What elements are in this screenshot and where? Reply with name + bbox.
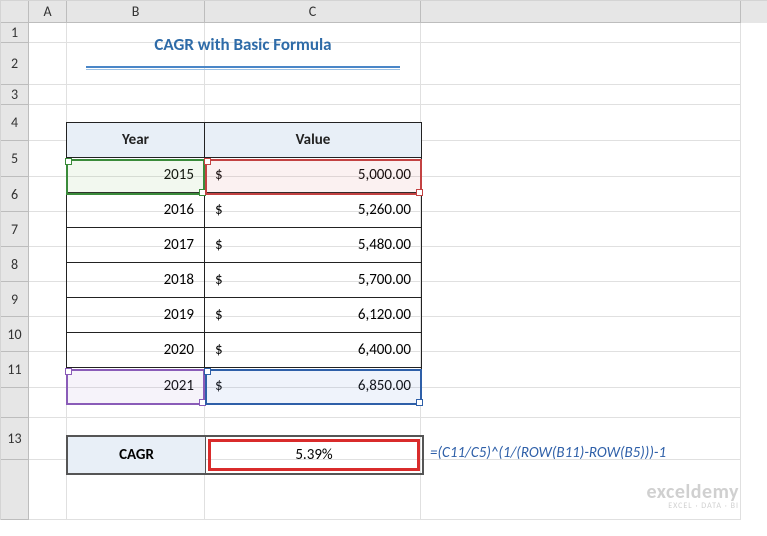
header-value[interactable]: Value <box>205 123 421 158</box>
col-header-B[interactable]: B <box>67 1 205 23</box>
cell-D12[interactable] <box>421 388 741 418</box>
sheet-title: CAGR with Basic Formula <box>66 24 420 64</box>
cell-D6[interactable] <box>421 177 741 212</box>
cell-D11[interactable] <box>421 352 741 388</box>
cagr-label[interactable]: CAGR <box>68 437 206 473</box>
cell-A9[interactable] <box>29 282 67 317</box>
cell-year[interactable]: 2020 <box>67 333 205 368</box>
currency-value: 5,260.00 <box>358 201 411 219</box>
table-row: 2015 $5,000.00 <box>67 158 421 193</box>
cell-year[interactable]: 2016 <box>67 193 205 228</box>
cell-A8[interactable] <box>29 247 67 282</box>
row-header-1[interactable]: 1 <box>1 23 29 43</box>
cell-A-blank[interactable] <box>29 460 67 520</box>
cell-value[interactable]: $5,700.00 <box>205 263 421 298</box>
cell-D2[interactable] <box>421 43 741 85</box>
cell-B3[interactable] <box>67 85 205 105</box>
col-header-C[interactable]: C <box>205 1 421 23</box>
table-row: 2017 $5,480.00 <box>67 228 421 263</box>
currency-symbol: $ <box>215 271 223 289</box>
cell-value[interactable]: $6,120.00 <box>205 298 421 333</box>
cell-D10[interactable] <box>421 317 741 352</box>
cell-year[interactable]: 2021 <box>67 368 205 403</box>
cell-D3[interactable] <box>421 85 741 105</box>
sheet-title-text: CAGR with Basic Formula <box>154 34 331 55</box>
column-headers: A B C <box>1 1 767 23</box>
cell-A11[interactable] <box>29 352 67 388</box>
cell-D4[interactable] <box>421 105 741 141</box>
cell-D5[interactable] <box>421 141 741 177</box>
cell-year[interactable]: 2015 <box>67 158 205 193</box>
cell-D8[interactable] <box>421 247 741 282</box>
table-row: 2021 $6,850.00 <box>67 368 421 403</box>
data-table: Year Value 2015 $5,000.00 2016 $5,260.00… <box>66 122 422 404</box>
row-header-5[interactable]: 5 <box>1 141 29 177</box>
table-row: 2020 $6,400.00 <box>67 333 421 368</box>
row-header-12[interactable] <box>1 388 29 418</box>
cell-year[interactable]: 2018 <box>67 263 205 298</box>
cell-value[interactable]: $5,260.00 <box>205 193 421 228</box>
cell-A5[interactable] <box>29 141 67 177</box>
table-row: 2016 $5,260.00 <box>67 193 421 228</box>
header-year[interactable]: Year <box>67 123 205 158</box>
row-header-2[interactable]: 2 <box>1 43 29 85</box>
currency-symbol: $ <box>215 341 223 359</box>
currency-value: 6,120.00 <box>358 306 411 324</box>
row-header-11[interactable]: 11 <box>1 352 29 388</box>
row-header-9[interactable]: 9 <box>1 282 29 317</box>
currency-value: 5,700.00 <box>358 271 411 289</box>
currency-value: 5,000.00 <box>358 166 411 184</box>
cell-year[interactable]: 2019 <box>67 298 205 333</box>
row-header-13[interactable]: 13 <box>1 418 29 460</box>
table-row: 2019 $6,120.00 <box>67 298 421 333</box>
cell-value[interactable]: $5,480.00 <box>205 228 421 263</box>
cell-value[interactable]: $6,400.00 <box>205 333 421 368</box>
currency-value: 5,480.00 <box>358 236 411 254</box>
currency-symbol: $ <box>215 306 223 324</box>
row-header-4[interactable]: 4 <box>1 105 29 141</box>
cell-A7[interactable] <box>29 212 67 247</box>
currency-symbol: $ <box>215 166 223 184</box>
cell-D-blank[interactable] <box>421 460 741 520</box>
cell-A3[interactable] <box>29 85 67 105</box>
cell-value[interactable]: $6,850.00 <box>205 368 421 403</box>
currency-value: 6,850.00 <box>358 377 411 395</box>
currency-symbol: $ <box>215 236 223 254</box>
currency-value: 6,400.00 <box>358 341 411 359</box>
cell-A12[interactable] <box>29 388 67 418</box>
formula-annotation: =(C11/C5)^(1/(ROW(B11)-ROW(B5)))-1 <box>430 444 666 462</box>
cagr-value: 5.39% <box>295 446 332 464</box>
cell-A2[interactable] <box>29 43 67 85</box>
cell-D7[interactable] <box>421 212 741 247</box>
cell-C3[interactable] <box>205 85 421 105</box>
cell-year[interactable]: 2017 <box>67 228 205 263</box>
col-header-A[interactable]: A <box>29 1 67 23</box>
cagr-value-cell[interactable]: 5.39% <box>206 437 422 473</box>
currency-symbol: $ <box>215 201 223 219</box>
row-header-8[interactable]: 8 <box>1 247 29 282</box>
currency-symbol: $ <box>215 377 223 395</box>
cell-A4[interactable] <box>29 105 67 141</box>
cell-A1[interactable] <box>29 23 67 43</box>
cell-value[interactable]: $5,000.00 <box>205 158 421 193</box>
row-header-10[interactable]: 10 <box>1 317 29 352</box>
cagr-result-box: CAGR 5.39% <box>66 435 424 475</box>
row-header-6[interactable]: 6 <box>1 177 29 212</box>
cell-D9[interactable] <box>421 282 741 317</box>
cell-A13[interactable] <box>29 418 67 460</box>
cell-A6[interactable] <box>29 177 67 212</box>
cell-A10[interactable] <box>29 317 67 352</box>
row-header-3[interactable]: 3 <box>1 85 29 105</box>
row-header-blank[interactable] <box>1 460 29 520</box>
select-all-corner[interactable] <box>1 1 29 23</box>
table-row: 2018 $5,700.00 <box>67 263 421 298</box>
row-header-7[interactable]: 7 <box>1 212 29 247</box>
title-underline <box>66 66 420 70</box>
col-header-blank[interactable] <box>421 1 741 23</box>
cell-D1[interactable] <box>421 23 741 43</box>
